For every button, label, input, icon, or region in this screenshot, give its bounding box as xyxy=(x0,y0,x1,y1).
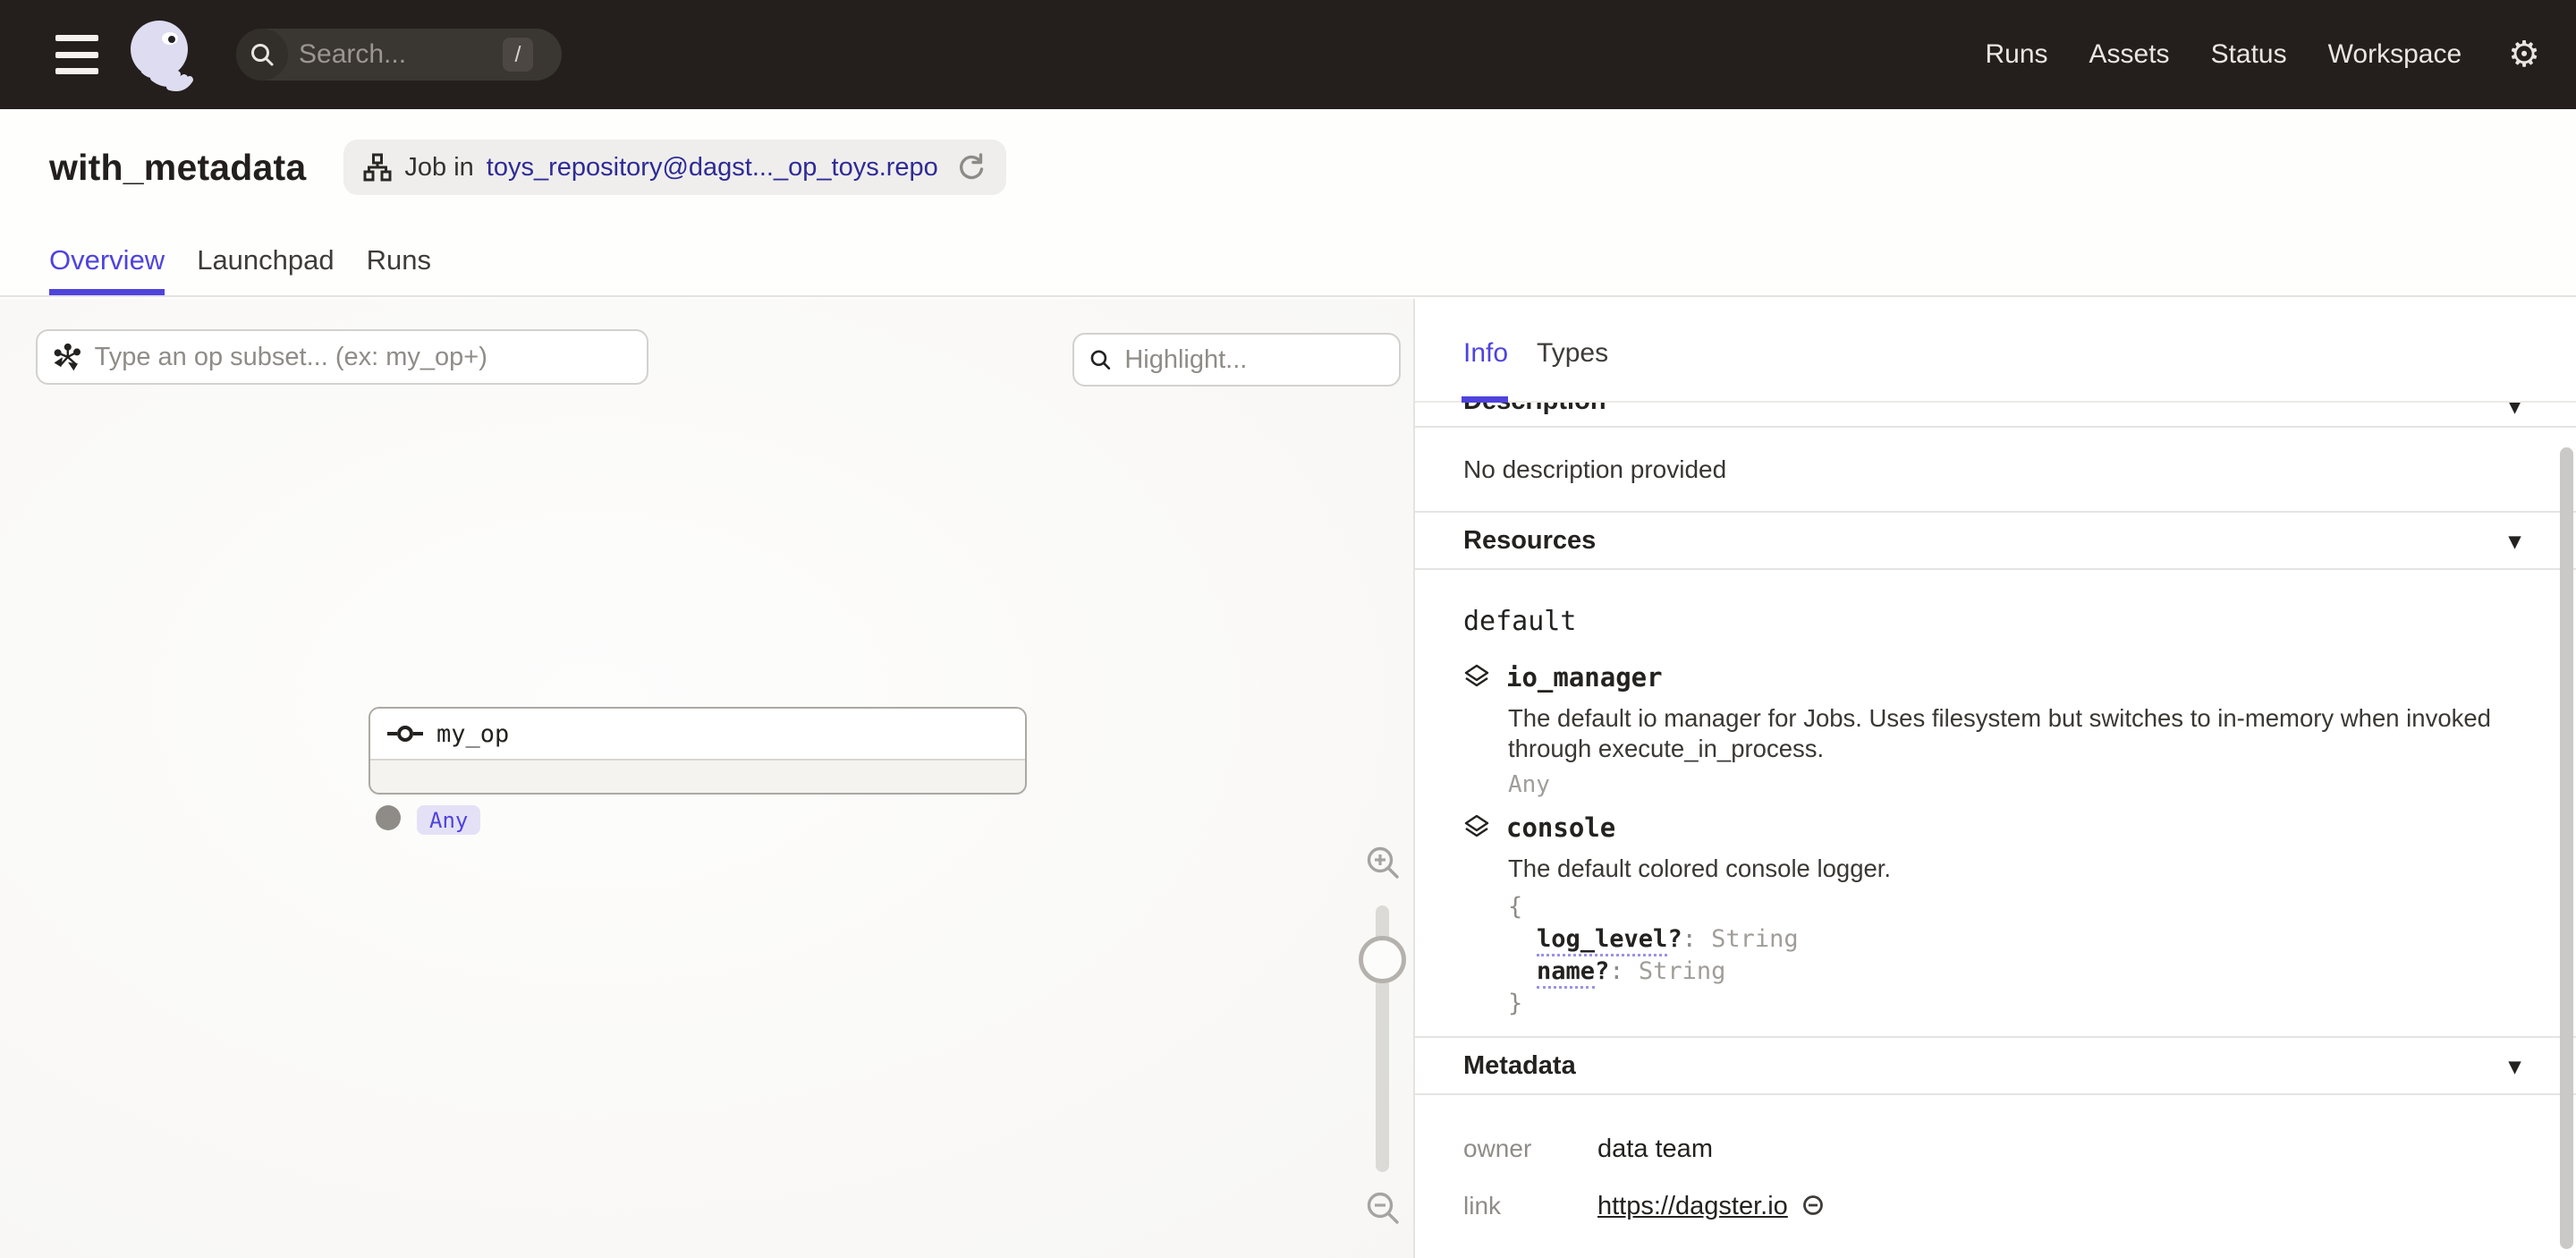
op-output-connector[interactable] xyxy=(376,805,401,830)
zoom-in-icon[interactable] xyxy=(1363,843,1402,887)
nav-link-assets[interactable]: Assets xyxy=(2089,39,2170,70)
highlight-filter xyxy=(1072,333,1401,387)
resource-description: The default io manager for Jobs. Uses fi… xyxy=(1508,703,2492,764)
op-graph-canvas[interactable]: my_op Any xyxy=(0,299,1413,1258)
section-title: Resources xyxy=(1463,526,1596,556)
op-subset-filter xyxy=(36,329,648,385)
section-header-description[interactable]: Description ▾ xyxy=(1415,403,2576,428)
zoom-out-icon[interactable] xyxy=(1363,1188,1402,1232)
metadata-key: link xyxy=(1463,1192,1597,1220)
search-icon xyxy=(1089,346,1112,373)
section-title: Description xyxy=(1463,403,1606,416)
global-search[interactable]: / xyxy=(236,29,562,81)
config-key[interactable]: name xyxy=(1537,957,1595,989)
config-separator: : xyxy=(1609,957,1623,985)
job-repo-link[interactable]: toys_repository@dagst..._op_toys.repo xyxy=(487,153,938,183)
tab-launchpad[interactable]: Launchpad xyxy=(197,244,334,295)
config-field: name?: String xyxy=(1508,956,2522,988)
config-separator: : xyxy=(1682,925,1697,953)
config-key[interactable]: log_level xyxy=(1537,925,1667,956)
section-header-resources[interactable]: Resources ▾ xyxy=(1415,513,2576,570)
tab-runs[interactable]: Runs xyxy=(367,244,431,295)
refresh-icon[interactable] xyxy=(956,152,987,183)
resource-layers-icon xyxy=(1463,814,1490,841)
active-tab-underline xyxy=(1462,396,1508,403)
description-body: No description provided xyxy=(1415,428,2576,513)
config-brace-close: } xyxy=(1508,988,2522,1020)
chevron-down-icon: ▾ xyxy=(2509,527,2521,555)
panel-tab-types[interactable]: Types xyxy=(1537,338,1608,369)
highlight-input[interactable] xyxy=(1124,345,1385,375)
navbar-links: Runs Assets Status Workspace ⚙ xyxy=(1985,37,2540,72)
global-search-input[interactable] xyxy=(299,39,469,70)
resource-layers-icon xyxy=(1463,664,1490,691)
resources-content: default io_manager The default io manage… xyxy=(1415,570,2576,1038)
panel-scroll-area[interactable]: Description ▾ No description provided Re… xyxy=(1415,401,2576,1258)
op-node-name: my_op xyxy=(436,720,509,748)
op-details-panel: Info Types Description ▾ No description … xyxy=(1413,299,2576,1258)
resource-item-io-manager: io_manager The default io manager for Jo… xyxy=(1463,662,2522,798)
config-field: log_level?: String xyxy=(1508,923,2522,956)
config-type: String xyxy=(1639,957,1726,985)
config-type: String xyxy=(1711,925,1799,953)
nav-link-workspace[interactable]: Workspace xyxy=(2328,39,2462,70)
resource-name: io_manager xyxy=(1506,662,1663,693)
nav-link-status[interactable]: Status xyxy=(2211,39,2287,70)
chevron-down-icon: ▾ xyxy=(2509,403,2521,420)
search-shortcut-key: / xyxy=(503,38,533,72)
op-output-type-badge[interactable]: Any xyxy=(417,805,480,835)
job-graph-icon xyxy=(363,153,392,182)
page-header: with_metadata Job in toys_repository@dag… xyxy=(0,109,2576,297)
metadata-row-owner: owner data team xyxy=(1463,1135,2522,1164)
section-header-metadata[interactable]: Metadata ▾ xyxy=(1415,1038,2576,1095)
job-location-badge: Job in toys_repository@dagst..._op_toys.… xyxy=(343,140,1005,195)
metadata-key: owner xyxy=(1463,1135,1597,1163)
panel-tabs: Info Types xyxy=(1463,338,1608,369)
config-optional: ? xyxy=(1595,957,1609,985)
metadata-row-link: link https://dagster.io xyxy=(1463,1189,2522,1221)
link-icon[interactable] xyxy=(1801,1193,1826,1222)
metadata-value: data team xyxy=(1597,1135,1713,1164)
zoom-slider-thumb[interactable] xyxy=(1359,936,1406,983)
hamburger-menu-icon[interactable] xyxy=(55,35,98,74)
metadata-content: owner data team link https://dagster.io xyxy=(1415,1095,2576,1221)
chevron-down-icon: ▾ xyxy=(2509,1052,2521,1080)
resource-group-name: default xyxy=(1463,606,2522,637)
panel-tab-info[interactable]: Info xyxy=(1463,338,1508,369)
section-title: Metadata xyxy=(1463,1051,1576,1081)
config-brace-open: { xyxy=(1508,891,2522,923)
job-badge-prefix: Job in xyxy=(404,153,473,183)
resource-name: console xyxy=(1506,812,1615,843)
config-schema: { log_level?: String name?: String } xyxy=(1508,891,2522,1020)
op-node-my-op[interactable]: my_op xyxy=(369,707,1027,795)
page-title: with_metadata xyxy=(49,147,306,189)
op-io-icon xyxy=(386,722,424,745)
search-icon xyxy=(236,29,288,81)
panel-scrollbar[interactable] xyxy=(2560,447,2573,1249)
dagster-octopus-logo[interactable] xyxy=(120,13,202,96)
resource-item-console: console The default colored console logg… xyxy=(1463,812,2522,1020)
op-subset-input[interactable] xyxy=(95,343,631,372)
page-tabs: Overview Launchpad Runs xyxy=(49,244,431,295)
tab-overview[interactable]: Overview xyxy=(49,244,165,295)
top-navbar: / Runs Assets Status Workspace ⚙ xyxy=(0,0,2576,109)
nav-link-runs[interactable]: Runs xyxy=(1985,39,2047,70)
settings-gear-icon[interactable]: ⚙ xyxy=(2508,37,2540,72)
resource-description: The default colored console logger. xyxy=(1508,854,2492,884)
dagster-app: / Runs Assets Status Workspace ⚙ with_me… xyxy=(0,0,2576,1258)
metadata-link[interactable]: https://dagster.io xyxy=(1597,1192,1788,1221)
op-selector-icon xyxy=(54,342,82,372)
config-optional: ? xyxy=(1667,925,1682,953)
resource-type: Any xyxy=(1508,771,2522,798)
